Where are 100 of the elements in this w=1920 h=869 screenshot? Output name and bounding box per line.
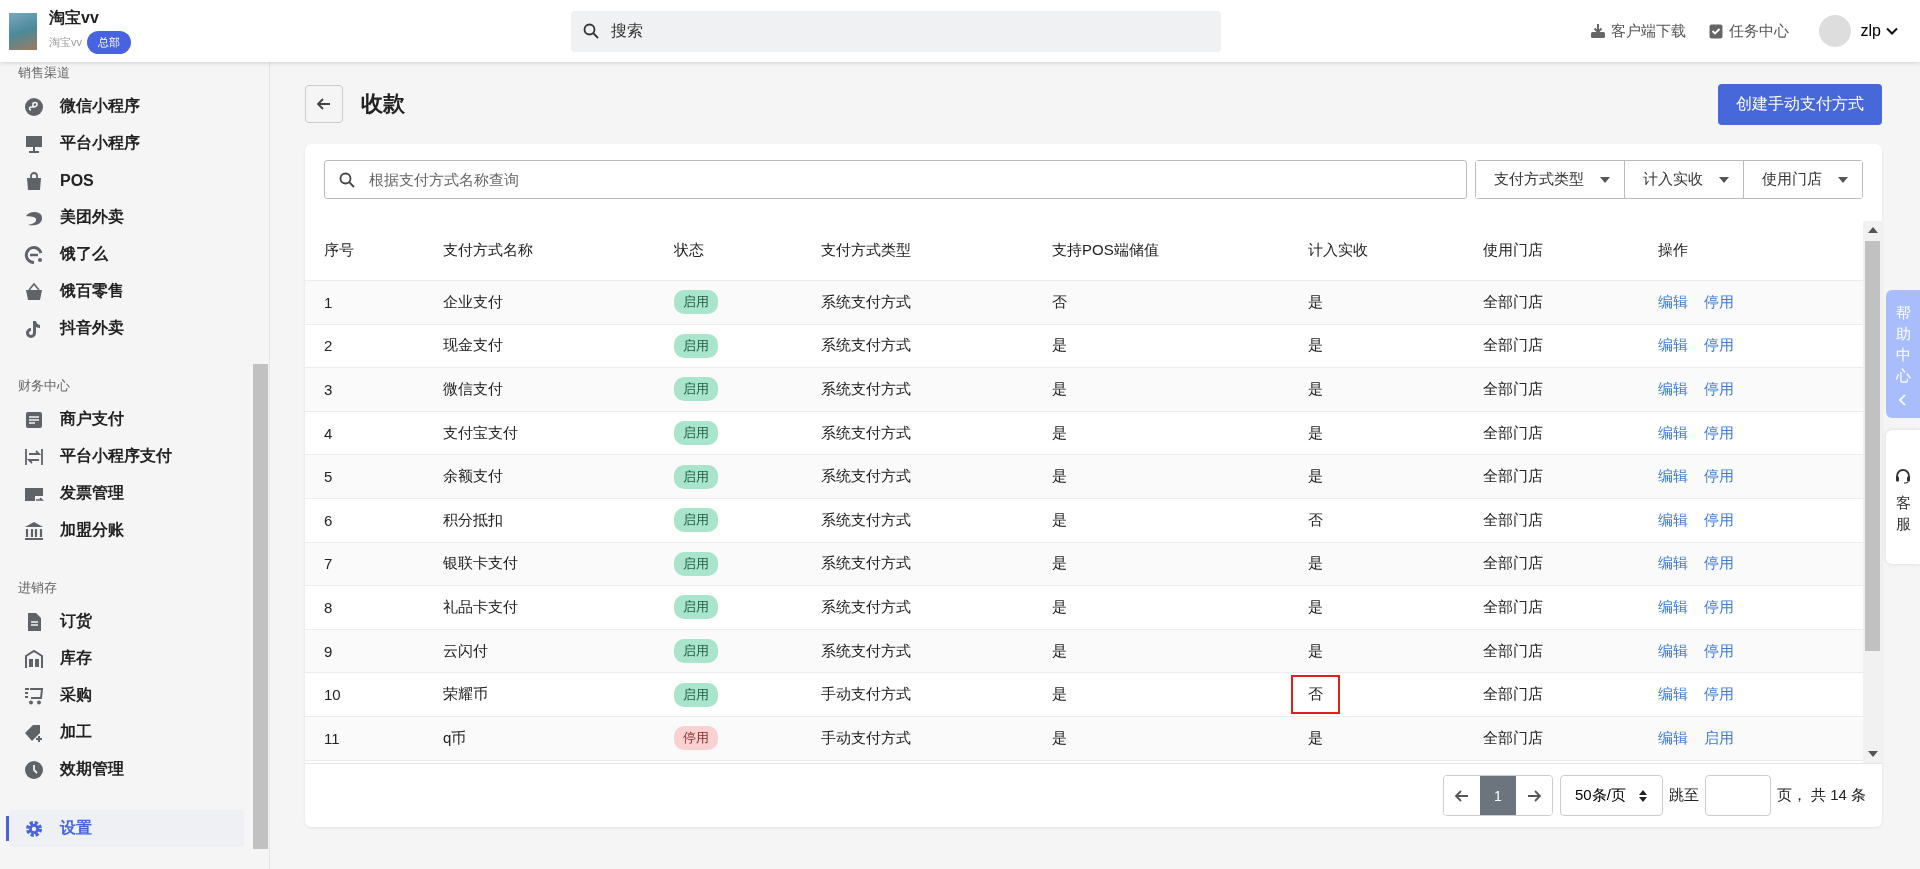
action-link[interactable]: 停用 (1704, 597, 1734, 617)
nav-item[interactable]: POS (0, 162, 252, 199)
scrollbar[interactable] (1863, 221, 1882, 763)
nav-item[interactable]: 平台小程序 (0, 125, 252, 162)
action-link[interactable]: 停用 (1704, 554, 1734, 574)
table-cell: 现金支付 (443, 336, 503, 356)
headset-icon (1895, 468, 1911, 484)
search-field[interactable]: 搜索 (571, 10, 1221, 52)
status-badge: 启用 (674, 508, 718, 533)
column-header: 序号 (323, 241, 355, 260)
table-cell: 系统支付方式 (821, 292, 911, 312)
filter-dropdown[interactable]: 使用门店 (1743, 161, 1862, 198)
status-badge: 停用 (674, 726, 718, 751)
create-payment-button[interactable]: 创建手动支付方式 (1718, 83, 1882, 125)
table-cell: 是 (1052, 685, 1067, 705)
action-link[interactable]: 停用 (1704, 641, 1734, 661)
nav-item[interactable]: 效期管理 (0, 751, 252, 788)
nav-item[interactable]: 商户支付 (0, 401, 252, 438)
page-button[interactable]: 1 (1479, 776, 1516, 815)
store-subtitle: 淘宝vv (49, 35, 82, 50)
action-link[interactable]: 编辑 (1658, 554, 1688, 574)
header-link[interactable]: 客户端下载 (1589, 21, 1686, 41)
nav-item[interactable]: 平台小程序支付 (0, 438, 252, 475)
table-cell: 是 (1052, 336, 1067, 356)
table-cell: q币 (443, 728, 467, 748)
action-link[interactable]: 编辑 (1658, 597, 1688, 617)
nav-item[interactable]: 采购 (0, 677, 252, 714)
chevron-left-icon (1899, 394, 1907, 406)
table-cell: 全部门店 (1483, 336, 1543, 356)
table-cell: 系统支付方式 (821, 467, 911, 487)
table-cell: 否 (1052, 292, 1067, 312)
table-cell: 系统支付方式 (821, 554, 911, 574)
nav-item[interactable]: 饿了么 (0, 236, 252, 273)
nav-item[interactable]: 美团外卖 (0, 199, 252, 236)
link-circle-icon (24, 96, 44, 117)
table-cell: 余额支付 (443, 467, 503, 487)
action-link[interactable]: 停用 (1704, 336, 1734, 356)
status-badge: 启用 (674, 551, 718, 576)
nav-item[interactable]: 订货 (0, 603, 252, 640)
action-link[interactable]: 停用 (1704, 292, 1734, 312)
action-link[interactable]: 编辑 (1658, 685, 1688, 705)
table-cell: 全部门店 (1483, 423, 1543, 443)
nav-item[interactable]: 发票管理 (0, 475, 252, 512)
table-cell: 全部门店 (1483, 292, 1543, 312)
status-badge: 启用 (674, 639, 718, 664)
scroll-up-icon[interactable] (1867, 227, 1878, 233)
table-cell-text: 是 (1308, 422, 1323, 443)
action-link[interactable]: 停用 (1704, 380, 1734, 399)
customer-service-tab[interactable]: 客服 (1886, 430, 1920, 564)
table-cell: 银联卡支付 (443, 554, 518, 574)
page-input[interactable] (1704, 775, 1771, 816)
nav-item[interactable]: 设置 (9, 810, 244, 847)
status-badge: 启用 (674, 421, 718, 446)
gear-icon (24, 818, 44, 839)
scroll-down-icon[interactable] (1867, 751, 1878, 757)
nav-group-label: 进销存 (17, 579, 58, 597)
user-menu[interactable]: zlp (1860, 22, 1898, 40)
chevron-down-icon (1886, 27, 1898, 35)
action-link[interactable]: 编辑 (1658, 292, 1688, 312)
table-cell: 全部门店 (1483, 554, 1543, 574)
highlighted-cell: 否 (1293, 677, 1338, 713)
action-link[interactable]: 编辑 (1658, 467, 1688, 487)
table-cell: 系统支付方式 (821, 423, 911, 443)
shopping-bag-icon (24, 170, 44, 191)
action-link[interactable]: 编辑 (1658, 423, 1688, 443)
nav-item[interactable]: 加工 (0, 714, 252, 751)
nav-item[interactable]: 饿百零售 (0, 273, 252, 310)
status-badge: 启用 (674, 377, 718, 402)
action-link[interactable]: 停用 (1704, 423, 1734, 443)
nav-item[interactable]: 加盟分账 (0, 512, 252, 549)
nav-item[interactable]: 库存 (0, 640, 252, 677)
nav-item[interactable]: 微信小程序 (0, 88, 252, 125)
table-cell: 是 (1052, 728, 1067, 748)
search-field[interactable]: 根据支付方式名称查询 (324, 160, 1467, 199)
column-header: 使用门店 (1482, 241, 1544, 260)
column-header: 状态 (673, 241, 705, 260)
action-link[interactable]: 停用 (1704, 467, 1734, 487)
table-cell: 支付宝支付 (443, 423, 518, 443)
warehouse-icon (24, 648, 44, 669)
header-link[interactable]: 任务中心 (1707, 21, 1789, 41)
action-link[interactable]: 停用 (1704, 510, 1734, 530)
table-cell-text: 是 (1308, 291, 1323, 312)
total-count: 页， 共 14 条 (1776, 786, 1866, 805)
arrow-right-icon (1525, 787, 1542, 804)
nav-item[interactable]: 抖音外卖 (0, 310, 252, 347)
back-button[interactable] (305, 85, 343, 123)
action-link[interactable]: 编辑 (1658, 336, 1688, 356)
column-header: 计入实收 (1307, 241, 1369, 260)
action-link[interactable]: 编辑 (1658, 510, 1688, 530)
action-link[interactable]: 编辑 (1658, 728, 1688, 748)
action-link[interactable]: 编辑 (1658, 380, 1688, 399)
arrow-left-icon (1453, 787, 1470, 804)
action-link[interactable]: 启用 (1704, 728, 1734, 748)
action-link[interactable]: 编辑 (1658, 641, 1688, 661)
table-cell: 系统支付方式 (821, 597, 911, 617)
page-size-select[interactable]: 50条/页 (1559, 775, 1663, 816)
table-cell: 系统支付方式 (821, 510, 911, 530)
table-cell: 系统支付方式 (821, 380, 911, 399)
action-link[interactable]: 停用 (1704, 685, 1734, 705)
table-cell-text: 是 (1308, 466, 1323, 487)
